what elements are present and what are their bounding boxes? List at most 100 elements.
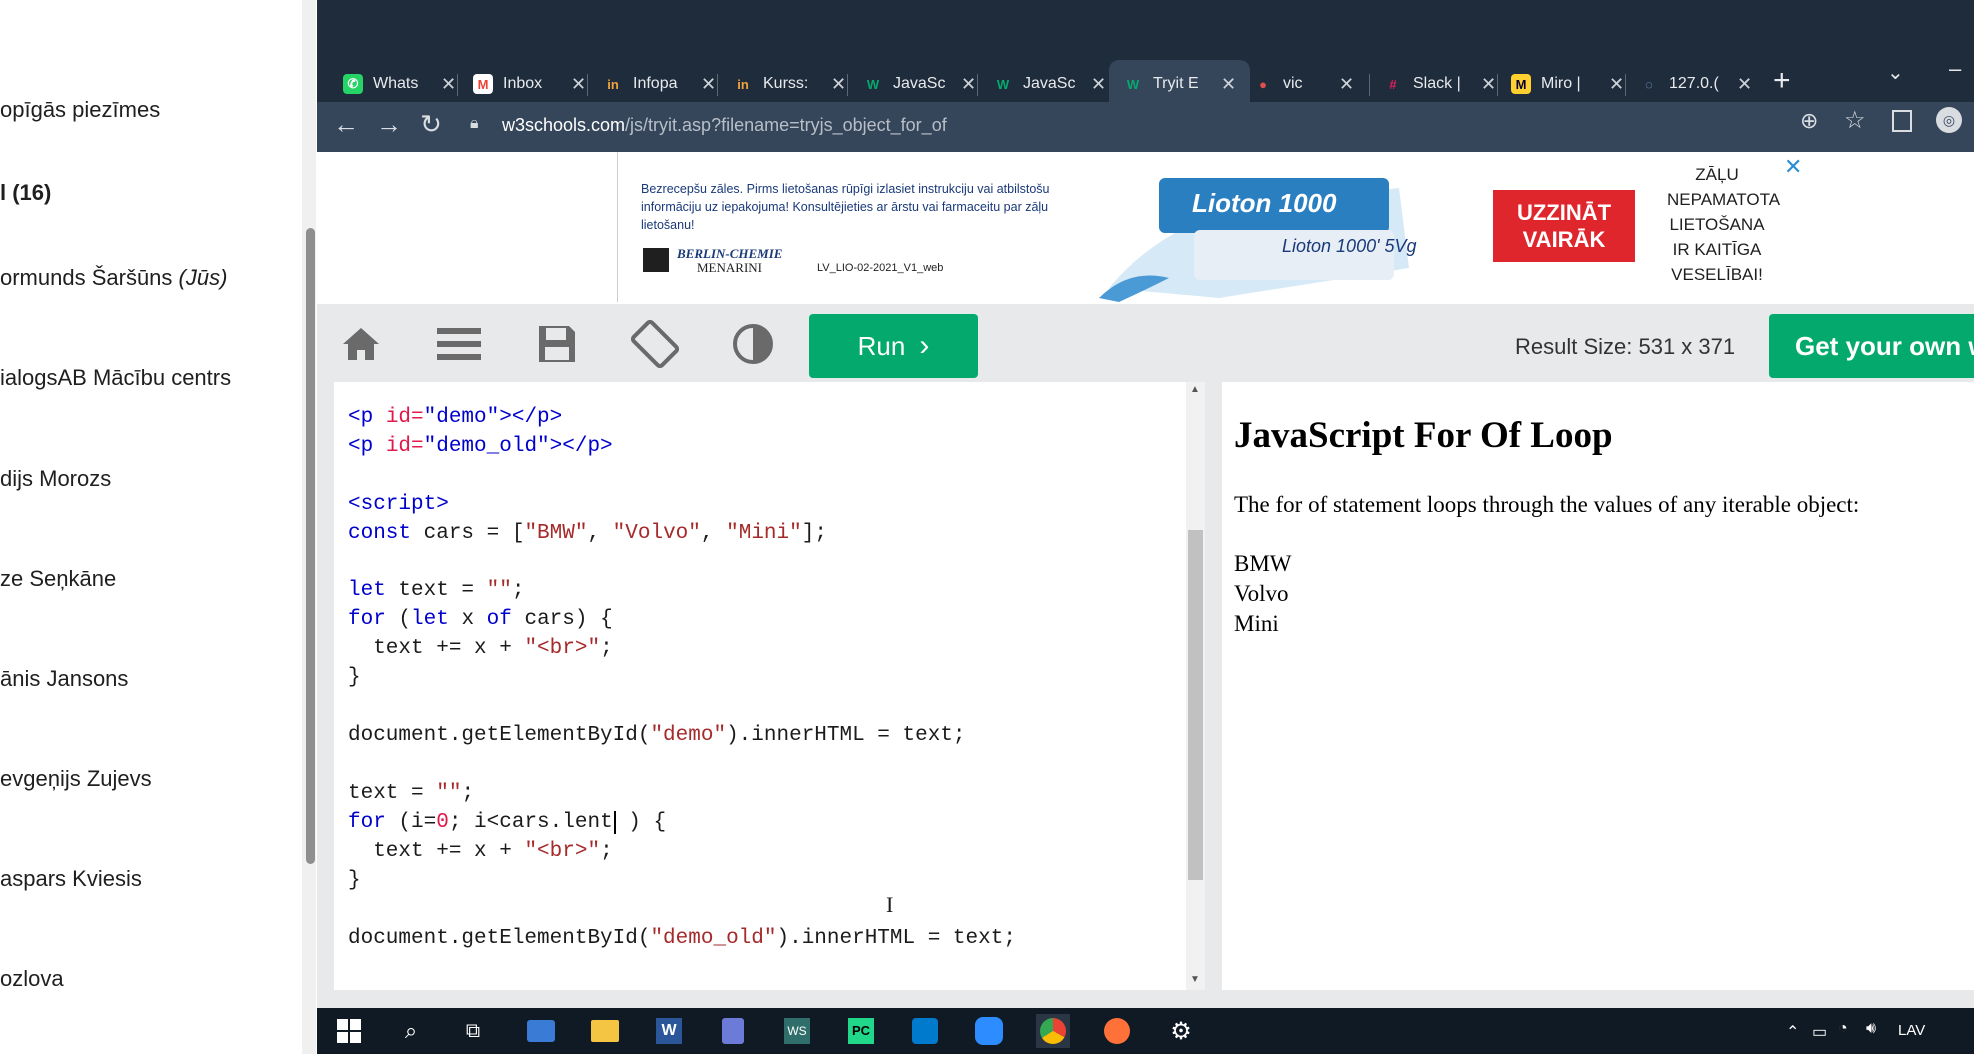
menu-icon[interactable]	[435, 320, 483, 368]
scroll-down-icon[interactable]: ▼	[1190, 974, 1200, 985]
window-titlebar	[317, 0, 1974, 54]
code-line: <script>	[348, 493, 449, 516]
minimize-button[interactable]: –	[1949, 56, 1961, 82]
language-indicator[interactable]: LAV	[1898, 1022, 1925, 1039]
search-icon[interactable]: ⌕	[394, 1014, 428, 1048]
run-label: Run	[857, 330, 906, 361]
close-icon[interactable]: ✕	[1609, 74, 1624, 95]
list-item[interactable]: ormunds Šaršūns (Jūs)	[0, 265, 227, 291]
volume-icon[interactable]: 🔊︎	[1866, 1020, 1876, 1038]
lock-icon[interactable]: 🔒︎	[470, 115, 479, 133]
close-icon[interactable]: ✕	[1221, 74, 1236, 95]
list-item[interactable]: evgeņijs Zujevs	[0, 766, 152, 792]
close-icon[interactable]: ✕	[1737, 74, 1752, 95]
tab[interactable]: M Inbox ✕	[473, 60, 586, 108]
profile-icon[interactable]: ◎	[1936, 107, 1962, 133]
tab[interactable]: ✆ Whats ✕	[343, 60, 456, 108]
tab-label: JavaSc	[893, 75, 946, 92]
rotate-layout-icon[interactable]	[631, 320, 679, 368]
ad-close-icon[interactable]: ✕	[1784, 154, 1802, 180]
tab[interactable]: in Infopa ✕	[603, 60, 716, 108]
code-line: text += x + "<br>";	[348, 637, 613, 660]
close-icon[interactable]: ✕	[571, 74, 586, 95]
gmail-icon: M	[473, 74, 493, 94]
ad-banner[interactable]: Bezrecepšu zāles. Pirms lietošanas rūpīg…	[317, 152, 1974, 304]
bookmark-star-icon[interactable]: ☆	[1844, 106, 1866, 135]
tab-search-icon[interactable]: ⌄	[1887, 60, 1904, 85]
video-icon: ●	[1259, 76, 1267, 92]
close-icon[interactable]: ✕	[1091, 74, 1106, 95]
side-panel-icon[interactable]	[1892, 110, 1912, 132]
tab[interactable]: W JavaSc ✕	[863, 60, 976, 108]
tray-chevron-icon[interactable]: ⌃	[1786, 1022, 1799, 1042]
w3schools-icon: W	[1126, 76, 1140, 92]
list-item[interactable]: ze Seņkāne	[0, 566, 116, 592]
tab-label: Inbox	[503, 75, 543, 92]
word-icon[interactable]: W	[652, 1014, 686, 1048]
list-item[interactable]: l (16)	[0, 180, 51, 206]
tab-label: vic	[1283, 75, 1303, 92]
code-editor[interactable]: <p id="demo"></p> <p id="demo_old"></p> …	[334, 382, 1205, 990]
back-icon[interactable]: ←	[328, 106, 364, 142]
contrast-icon[interactable]	[729, 320, 777, 368]
battery-icon[interactable]: ▭	[1812, 1022, 1827, 1042]
list-item[interactable]: aspars Kviesis	[0, 866, 142, 892]
close-icon[interactable]: ✕	[701, 74, 716, 95]
tab[interactable]: in Kurss: ✕	[733, 60, 846, 108]
list-item[interactable]: dijs Morozs	[0, 466, 111, 492]
ad-disclaimer: Bezrecepšu zāles. Pirms lietošanas rūpīg…	[641, 182, 1050, 232]
list-item[interactable]: ialogsAB Mācību centrs	[0, 365, 231, 391]
tab[interactable]: # Slack | ✕	[1383, 60, 1496, 108]
save-icon[interactable]	[533, 320, 581, 368]
url-field[interactable]: w3schools.com/js/tryit.asp?filename=tryj…	[502, 108, 947, 142]
ad-cta-button[interactable]: UZZINĀT VAIRĀK	[1493, 190, 1635, 262]
tab-active[interactable]: W Tryit E ✕	[1109, 60, 1251, 108]
result-paragraph: The for of statement loops through the v…	[1234, 492, 1860, 517]
result-size: Result Size: 531 x 371	[1515, 334, 1736, 359]
settings-gear-icon[interactable]: ⚙	[1164, 1014, 1198, 1048]
app-icon[interactable]	[716, 1014, 750, 1048]
self-tag: (Jūs)	[178, 265, 228, 290]
app-icon[interactable]	[524, 1014, 558, 1048]
ad-code: LV_LIO-02-2021_V1_web	[817, 262, 944, 274]
forward-icon[interactable]: →	[371, 106, 407, 142]
close-icon[interactable]: ✕	[831, 74, 846, 95]
scrollbar-thumb[interactable]	[306, 228, 315, 864]
network-icon[interactable]: ◔	[1838, 1020, 1848, 1038]
tab[interactable]: ◌ 127.0.( ✕	[1639, 60, 1752, 108]
windows-start-icon[interactable]	[332, 1014, 366, 1048]
zoom-icon[interactable]: ⊕	[1800, 108, 1818, 134]
list-item[interactable]: ānis Jansons	[0, 666, 128, 692]
result-frame[interactable]: JavaScript For Of Loop The for of statem…	[1222, 382, 1974, 990]
close-icon[interactable]: ✕	[1339, 74, 1354, 95]
miro-icon: M	[1511, 74, 1531, 94]
pycharm-icon[interactable]: PC	[844, 1014, 878, 1048]
infopage-icon: in	[607, 76, 619, 92]
list-item[interactable]: ozlova	[0, 966, 64, 992]
text-cursor-icon: I	[886, 892, 894, 917]
tab[interactable]: M Miro | ✕	[1511, 60, 1624, 108]
close-icon[interactable]: ✕	[961, 74, 976, 95]
get-your-own-button[interactable]: Get your own w	[1769, 314, 1974, 378]
reload-icon[interactable]: ↻	[413, 106, 449, 142]
ad-warning: ZĀĻU NEPAMATOTA LIETOŠANA IR KAITĪGA VES…	[1667, 165, 1781, 284]
file-explorer-icon[interactable]	[588, 1014, 622, 1048]
app-icon[interactable]: WS	[780, 1014, 814, 1048]
chrome-icon[interactable]	[1036, 1014, 1070, 1048]
editor-scrollbar-thumb[interactable]	[1188, 530, 1203, 880]
scroll-up-icon[interactable]: ▲	[1190, 384, 1200, 395]
run-button[interactable]: Run ›	[809, 314, 978, 378]
firefox-icon[interactable]	[1100, 1014, 1134, 1048]
whatsapp-icon: ✆	[343, 74, 363, 94]
close-icon[interactable]: ✕	[1481, 74, 1496, 95]
tab[interactable]: W JavaSc ✕	[993, 60, 1106, 108]
vscode-icon[interactable]	[908, 1014, 942, 1048]
new-tab-button[interactable]: +	[1773, 64, 1791, 98]
task-view-icon[interactable]: ⧉	[456, 1014, 490, 1048]
list-item[interactable]: opīgās piezīmes	[0, 97, 160, 123]
home-icon[interactable]	[337, 320, 385, 368]
close-icon[interactable]: ✕	[441, 74, 456, 95]
tab[interactable]: ● vic ✕	[1253, 60, 1354, 108]
zoom-app-icon[interactable]	[972, 1014, 1006, 1048]
code-line: <p id="demo"></p>	[348, 406, 563, 429]
